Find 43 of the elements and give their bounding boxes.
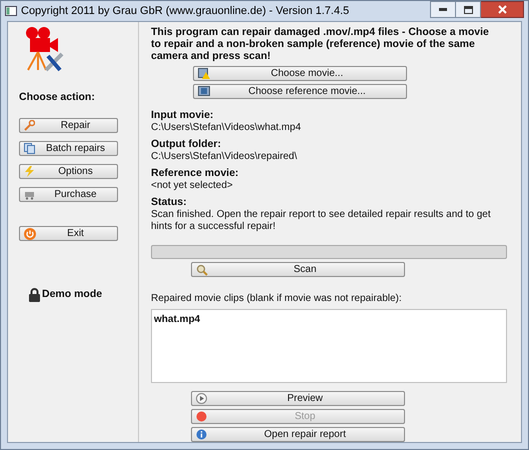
window-title: Copyright 2011 by Grau GbR (www.grauonline.de) - Version 1.7.4.5 <box>21 4 350 19</box>
clip-item[interactable]: what.mp4 <box>154 312 200 327</box>
action-button[interactable]: Batch repairs <box>19 140 118 156</box>
stop-icon <box>196 411 207 422</box>
field-value: C:\Users\Stefan\Videos\repaired\ <box>151 151 298 163</box>
choose-button[interactable]: Choose reference movie... <box>193 84 407 99</box>
action-button[interactable]: Options <box>19 164 118 179</box>
action-button[interactable]: Repair <box>19 118 118 133</box>
action-button[interactable]: Preview <box>191 391 405 406</box>
minimize-button[interactable] <box>430 1 456 18</box>
lightning-icon <box>24 166 35 177</box>
sidebar-heading: Choose action: <box>19 90 96 105</box>
intro-text: This program can repair damaged .mov/.mp4 files - Choose a movie to repair and a non-broken sample (reference) movie of the same camera and press scan! <box>151 26 490 62</box>
documents-icon <box>24 142 35 154</box>
field-label: Output folder: <box>151 138 222 151</box>
film-warning-icon <box>198 68 210 79</box>
info-icon <box>196 429 207 440</box>
field-value: Scan finished. Open the repair report to see detailed repair results and to get hints for a successful repair! <box>151 209 492 233</box>
close-button[interactable] <box>481 1 524 18</box>
app-icon <box>5 5 17 17</box>
lock-icon <box>29 288 40 302</box>
play-icon <box>196 393 207 404</box>
power-icon <box>24 228 36 240</box>
minimize-icon <box>439 8 447 11</box>
clips-label: Repaired movie clips (blank if movie was not repairable): <box>151 292 403 306</box>
clips-list[interactable]: what.mp4 <box>151 309 507 383</box>
magnifier-icon <box>196 264 208 276</box>
scan-button[interactable]: Scan <box>191 262 405 277</box>
field-value: C:\Users\Stefan\Videos\what.mp4 <box>151 122 302 134</box>
film-icon <box>198 86 210 96</box>
field-label: Input movie: <box>151 109 214 122</box>
exit-button[interactable]: Exit <box>19 226 118 241</box>
choose-button[interactable]: Choose movie... <box>193 66 407 81</box>
maximize-button[interactable] <box>456 1 481 18</box>
maximize-icon <box>464 6 472 14</box>
action-button[interactable]: Purchase <box>19 186 118 202</box>
close-icon <box>498 5 506 14</box>
field-value: <not yet selected> <box>151 180 234 192</box>
field-label: Status: <box>151 196 188 209</box>
mode-label: Demo mode <box>42 286 102 302</box>
field-label: Reference movie: <box>151 167 240 180</box>
wrench-icon <box>24 120 35 131</box>
action-button[interactable]: Open repair report <box>191 427 405 442</box>
